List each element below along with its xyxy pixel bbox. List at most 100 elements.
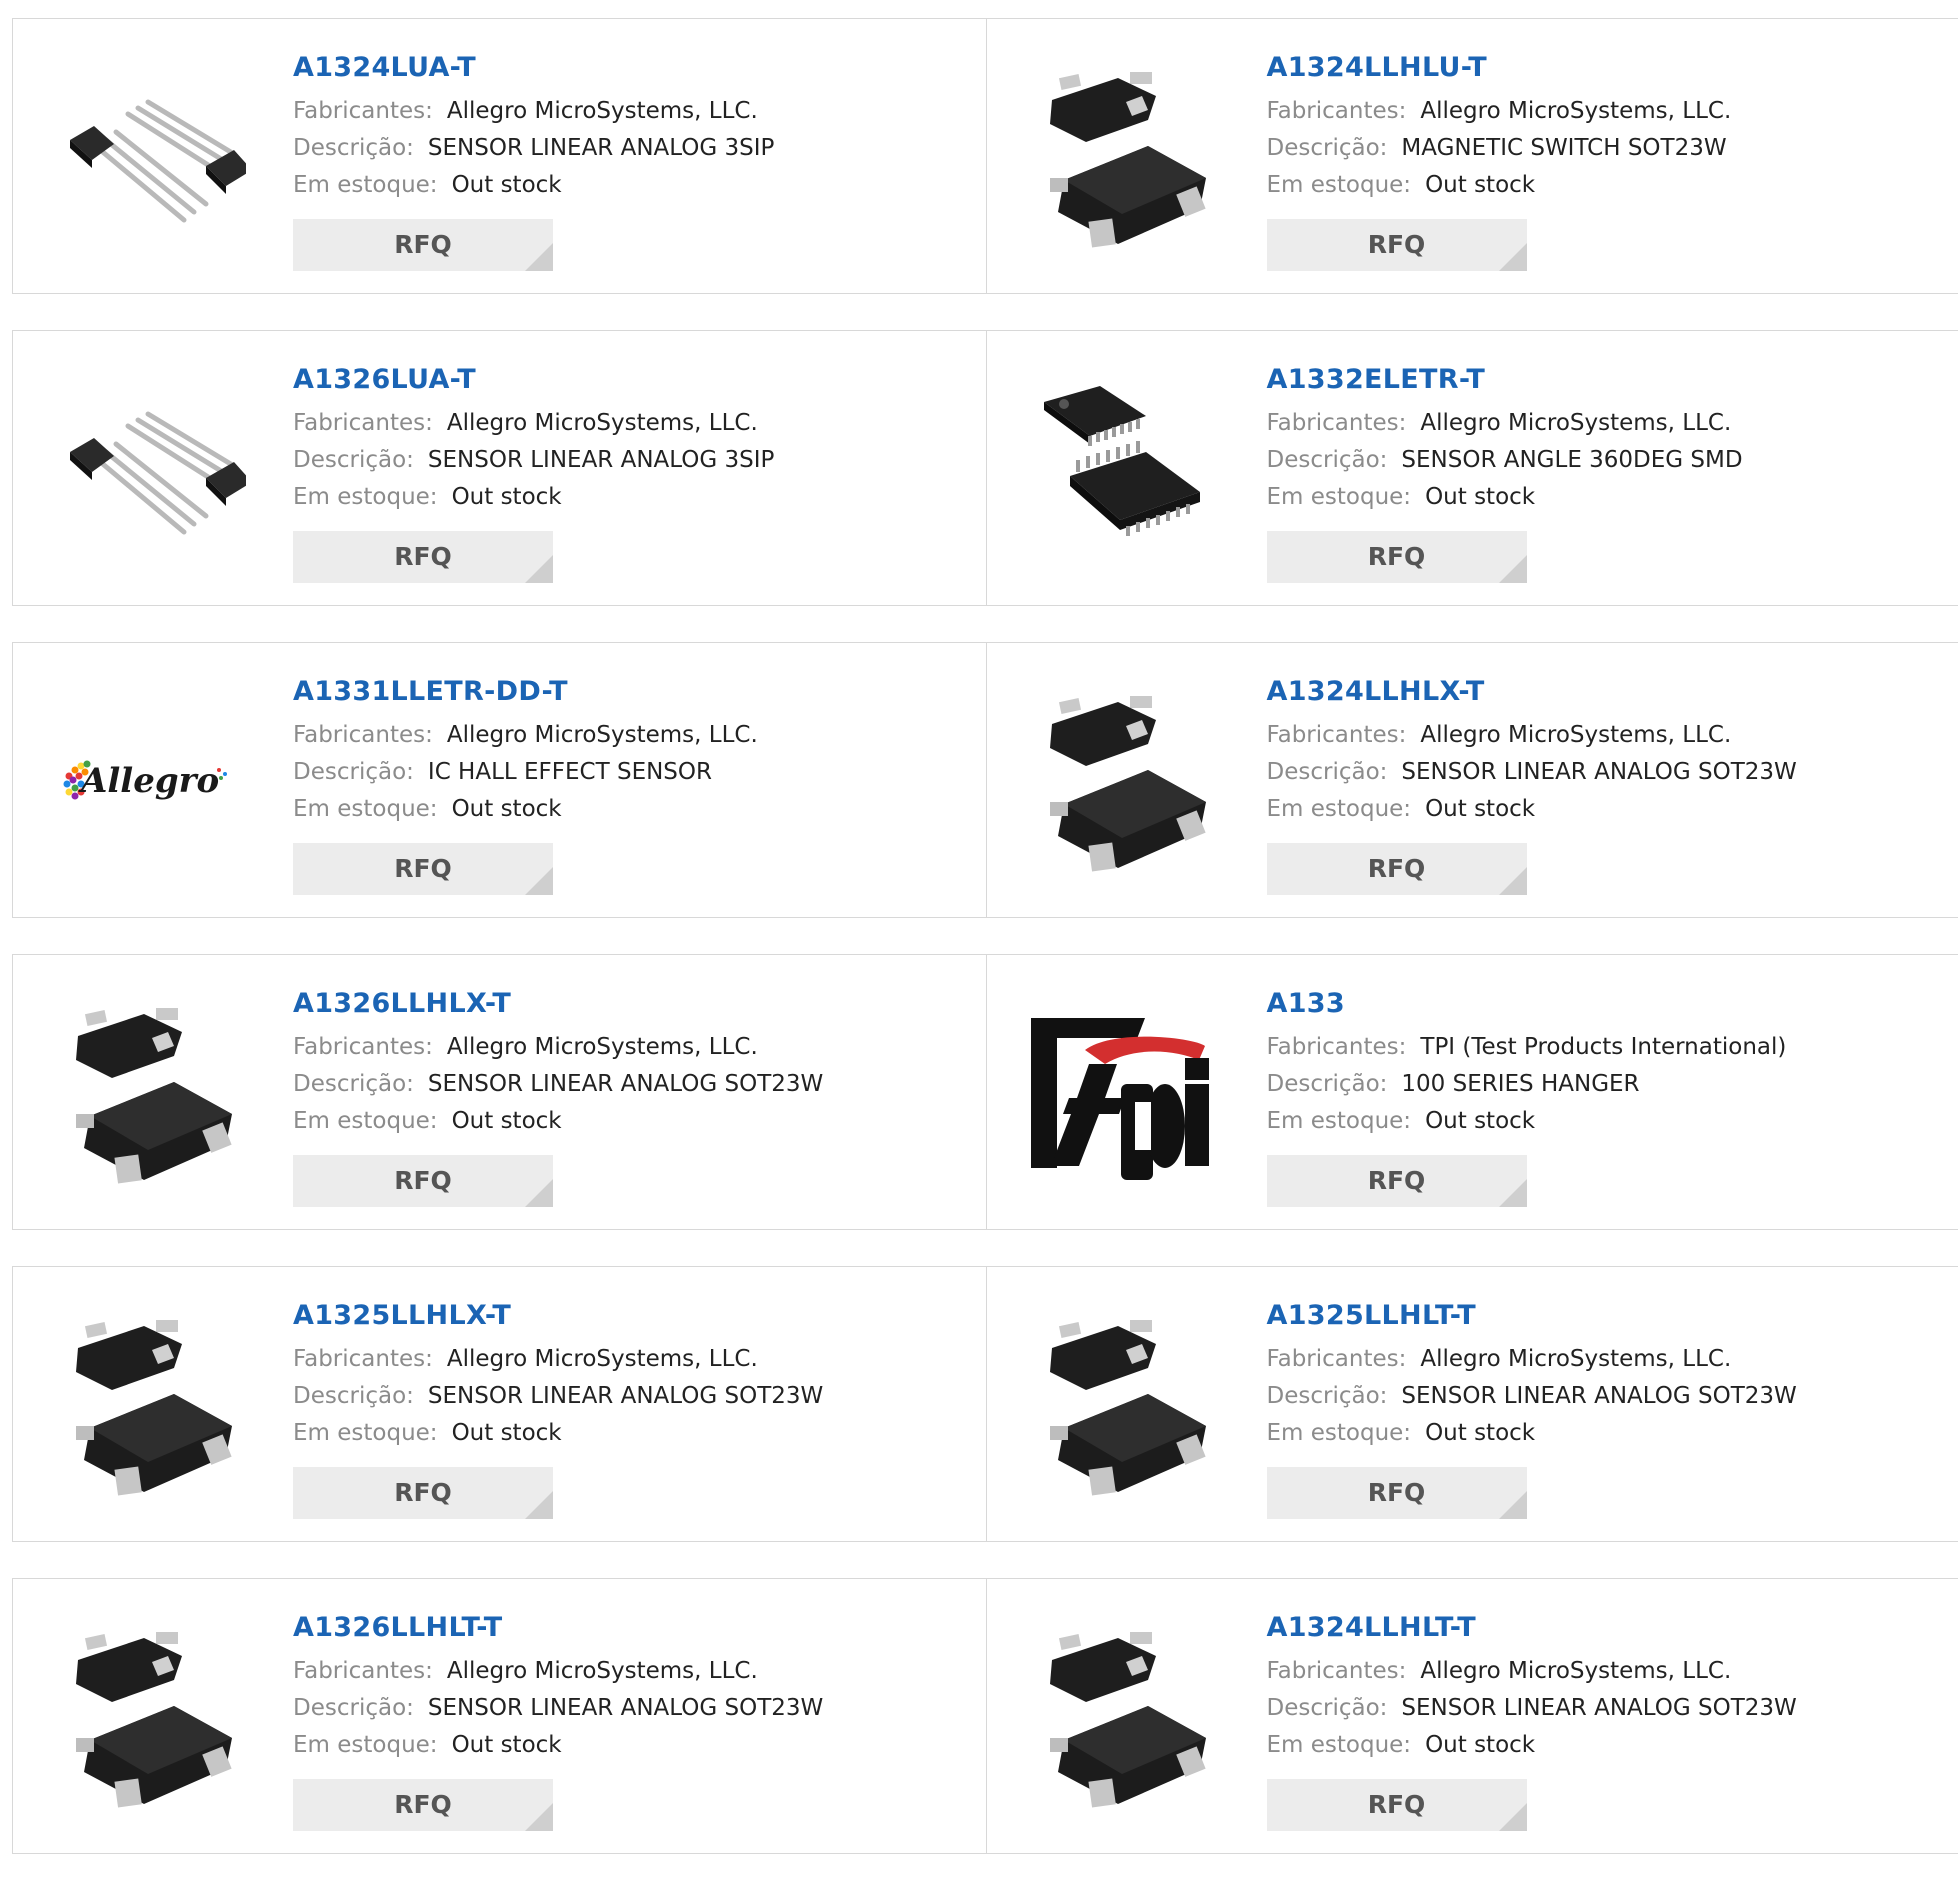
- description-line: Descrição:SENSOR ANGLE 360DEG SMD: [1267, 442, 1939, 479]
- product-image[interactable]: [1025, 1617, 1225, 1817]
- product-image[interactable]: Allegro: [51, 681, 251, 881]
- stock-label: Em estoque:: [1267, 484, 1412, 510]
- description-label: Descrição:: [1267, 1071, 1388, 1097]
- description-line: Descrição:SENSOR LINEAR ANALOG 3SIP: [293, 442, 966, 479]
- manufacturer-value: Allegro MicroSystems, LLC.: [447, 98, 758, 124]
- manufacturer-label: Fabricantes:: [293, 1034, 433, 1060]
- sip3-package-image: [56, 62, 246, 252]
- product-image[interactable]: [1025, 993, 1225, 1193]
- manufacturer-label: Fabricantes:: [1267, 1658, 1407, 1684]
- rfq-button[interactable]: RFQ: [293, 219, 553, 271]
- manufacturer-line: Fabricantes:Allegro MicroSystems, LLC.: [1267, 1341, 1939, 1378]
- stock-label: Em estoque:: [1267, 1420, 1412, 1446]
- product-row: A1326LLHLT-T Fabricantes:Allegro MicroSys…: [12, 1578, 1958, 1854]
- product-image[interactable]: [51, 57, 251, 257]
- part-number-link[interactable]: A1332ELETR-T: [1267, 363, 1939, 397]
- stock-value: Out stock: [452, 1108, 562, 1134]
- manufacturer-line: Fabricantes:TPI (Test Products Internati…: [1267, 1029, 1939, 1066]
- product-info: A1325LLHLX-TFabricantes:Allegro MicroSys…: [293, 1299, 966, 1519]
- description-label: Descrição:: [293, 1071, 414, 1097]
- description-label: Descrição:: [293, 759, 414, 785]
- stock-line: Em estoque:Out stock: [293, 1727, 966, 1764]
- manufacturer-value: Allegro MicroSystems, LLC.: [447, 1346, 758, 1372]
- product-row: A1326LUA-T Fabricantes: Allegro MicroSyste…: [12, 330, 1958, 606]
- manufacturer-line: Fabricantes:Allegro MicroSystems, LLC.: [1267, 405, 1939, 442]
- part-number-link[interactable]: A1325LLHLT-T: [1267, 1299, 1939, 1333]
- description-value: SENSOR LINEAR ANALOG 3SIP: [428, 447, 774, 473]
- manufacturer-line: Fabricantes:Allegro MicroSystems, LLC.: [1267, 717, 1939, 754]
- description-label: Descrição:: [1267, 447, 1388, 473]
- manufacturer-line: Fabricantes:Allegro MicroSystems, LLC.: [1267, 1653, 1939, 1690]
- product-image[interactable]: [51, 369, 251, 569]
- rfq-button[interactable]: RFQ: [293, 1155, 553, 1207]
- manufacturer-line: Fabricantes:Allegro MicroSystems, LLC.: [293, 1029, 966, 1066]
- product-info: A1324LLHLU-T Fabricantes:Allegro MicroSys…: [1267, 51, 1939, 271]
- rfq-button[interactable]: RFQ: [293, 843, 553, 895]
- rfq-button[interactable]: RFQ: [293, 1467, 553, 1519]
- part-number-link[interactable]: A1331LLETR-DD-T: [293, 675, 966, 709]
- rfq-button[interactable]: RFQ: [1267, 1467, 1527, 1519]
- stock-label: Em estoque:: [1267, 1732, 1412, 1758]
- product-card: Allegro A1331LLETR-DD-T Fabricantes:Alleg…: [13, 643, 986, 917]
- svg-text:Allegro: Allegro: [78, 761, 219, 801]
- part-number-link[interactable]: A1324LUA-T: [293, 51, 966, 85]
- description-label: Descrição:: [293, 1383, 414, 1409]
- stock-line: Em estoque:Out stock: [293, 791, 966, 828]
- stock-label: Em estoque:: [293, 1420, 438, 1446]
- sot23-package-image: [56, 1310, 246, 1500]
- stock-value: Out stock: [452, 1420, 562, 1446]
- rfq-button[interactable]: RFQ: [1267, 1779, 1527, 1831]
- manufacturer-value: Allegro MicroSystems, LLC.: [1420, 722, 1731, 748]
- product-image[interactable]: [51, 1617, 251, 1817]
- product-card: A1332ELETR-T Fabricantes:Allegro MicroSys…: [986, 331, 1958, 605]
- manufacturer-label: Fabricantes:: [293, 410, 433, 436]
- part-number-link[interactable]: A1324LLHLX-T: [1267, 675, 1939, 709]
- description-value: SENSOR LINEAR ANALOG SOT23W: [428, 1383, 823, 1409]
- description-label: Descrição:: [1267, 1695, 1388, 1721]
- rfq-button[interactable]: RFQ: [293, 531, 553, 583]
- product-image[interactable]: [1025, 57, 1225, 257]
- product-card: A1326LLHLT-T Fabricantes:Allegro MicroSys…: [13, 1579, 986, 1853]
- manufacturer-label: Fabricantes:: [1267, 1346, 1407, 1372]
- part-number-link[interactable]: A1326LLHLT-T: [293, 1611, 966, 1645]
- description-value: SENSOR LINEAR ANALOG SOT23W: [1401, 1383, 1796, 1409]
- product-info: A1326LLHLT-T Fabricantes:Allegro MicroSys…: [293, 1611, 966, 1831]
- rfq-button[interactable]: RFQ: [1267, 843, 1527, 895]
- part-number-link[interactable]: A1326LLHLX-T: [293, 987, 966, 1021]
- part-number-link[interactable]: A133: [1267, 987, 1939, 1021]
- product-image[interactable]: [51, 993, 251, 1193]
- stock-label: Em estoque:: [293, 172, 438, 198]
- product-image[interactable]: [1025, 1305, 1225, 1505]
- description-value: SENSOR LINEAR ANALOG SOT23W: [428, 1695, 823, 1721]
- description-value: SENSOR LINEAR ANALOG SOT23W: [1401, 1695, 1796, 1721]
- manufacturer-line: Fabricantes:Allegro MicroSystems, LLC.: [293, 1653, 966, 1690]
- part-number-link[interactable]: A1324LLHLT-T: [1267, 1611, 1939, 1645]
- description-line: Descrição:SENSOR LINEAR ANALOG SOT23W: [293, 1690, 966, 1727]
- product-image[interactable]: [1025, 681, 1225, 881]
- manufacturer-value: Allegro MicroSystems, LLC.: [447, 410, 758, 436]
- product-card: A1325LLHLX-TFabricantes:Allegro MicroSys…: [13, 1267, 986, 1541]
- manufacturer-line: Fabricantes:Allegro MicroSystems, LLC.: [293, 717, 966, 754]
- stock-line: Em estoque:Out stock: [293, 167, 966, 204]
- rfq-button[interactable]: RFQ: [1267, 219, 1527, 271]
- stock-value: Out stock: [1425, 172, 1535, 198]
- stock-label: Em estoque:: [1267, 796, 1412, 822]
- product-card: A1325LLHLT-T Fabricantes:Allegro MicroSys…: [986, 1267, 1958, 1541]
- sot23-package-image: [1030, 62, 1220, 252]
- manufacturer-line: Fabricantes:Allegro MicroSystems, LLC.: [1267, 93, 1939, 130]
- sot23-package-image: [1030, 1622, 1220, 1812]
- part-number-link[interactable]: A1324LLHLU-T: [1267, 51, 1939, 85]
- sip3-package-image: [56, 374, 246, 564]
- manufacturer-line: Fabricantes: Allegro MicroSystems, LLC.: [293, 405, 966, 442]
- allegro-logo-image: Allegro: [51, 736, 251, 826]
- product-image[interactable]: [1025, 369, 1225, 569]
- product-image[interactable]: [51, 1305, 251, 1505]
- rfq-button[interactable]: RFQ: [293, 1779, 553, 1831]
- part-number-link[interactable]: A1326LUA-T: [293, 363, 966, 397]
- part-number-link[interactable]: A1325LLHLX-T: [293, 1299, 966, 1333]
- rfq-button[interactable]: RFQ: [1267, 1155, 1527, 1207]
- product-card: A1324LLHLX-T Fabricantes:Allegro MicroSys…: [986, 643, 1958, 917]
- rfq-button[interactable]: RFQ: [1267, 531, 1527, 583]
- sot23-package-image: [56, 998, 246, 1188]
- manufacturer-label: Fabricantes:: [293, 98, 433, 124]
